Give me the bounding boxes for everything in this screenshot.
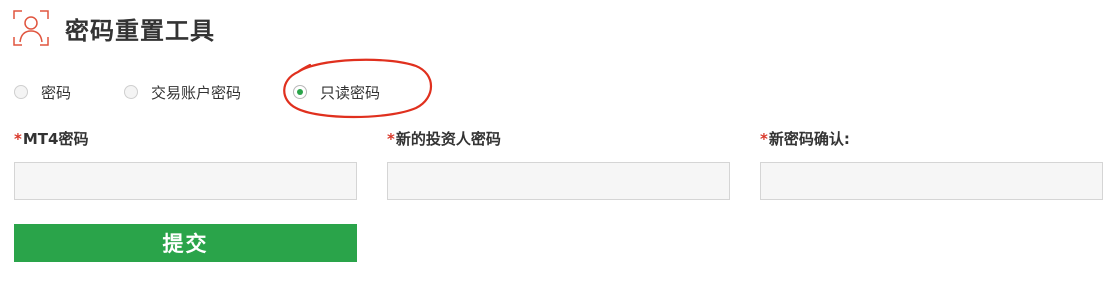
submit-button[interactable]: 提交 <box>14 224 357 262</box>
user-profile-icon <box>13 10 49 46</box>
radio-option-readonly-password[interactable]: 只读密码 <box>293 80 380 104</box>
field-label-text: 新的投资人密码 <box>395 130 501 148</box>
field-new-investor-password: *新的投资人密码 <box>387 128 730 200</box>
page-header: 密码重置工具 <box>12 9 215 47</box>
page-title: 密码重置工具 <box>65 16 215 45</box>
radio-option-trading-account-password[interactable]: 交易账户密码 <box>124 80 241 104</box>
field-mt4-password: *MT4密码 <box>14 128 357 200</box>
radio-option-password[interactable]: 密码 <box>14 80 71 104</box>
password-type-group: 密码 交易账户密码 只读密码 <box>14 80 380 104</box>
field-label-text: 新密码确认: <box>768 130 850 148</box>
required-mark: * <box>760 130 768 148</box>
required-mark: * <box>14 130 22 148</box>
radio-button-checked[interactable] <box>293 85 308 99</box>
field-confirm-new-password: *新密码确认: <box>760 128 1103 200</box>
required-mark: * <box>387 130 395 148</box>
field-label: *新的投资人密码 <box>387 128 730 150</box>
mt4-password-input[interactable] <box>14 162 357 200</box>
radio-label: 密码 <box>41 83 72 102</box>
confirm-new-password-input[interactable] <box>760 162 1103 200</box>
radio-selected-dot <box>297 89 304 95</box>
new-investor-password-input[interactable] <box>387 162 730 200</box>
radio-button-unchecked[interactable] <box>14 85 28 99</box>
field-label: *新密码确认: <box>760 128 1103 150</box>
field-label-text: MT4密码 <box>22 130 89 148</box>
radio-label: 只读密码 <box>320 83 381 102</box>
field-label: *MT4密码 <box>14 128 357 150</box>
radio-label: 交易账户密码 <box>151 83 242 102</box>
radio-button-unchecked[interactable] <box>124 85 139 99</box>
